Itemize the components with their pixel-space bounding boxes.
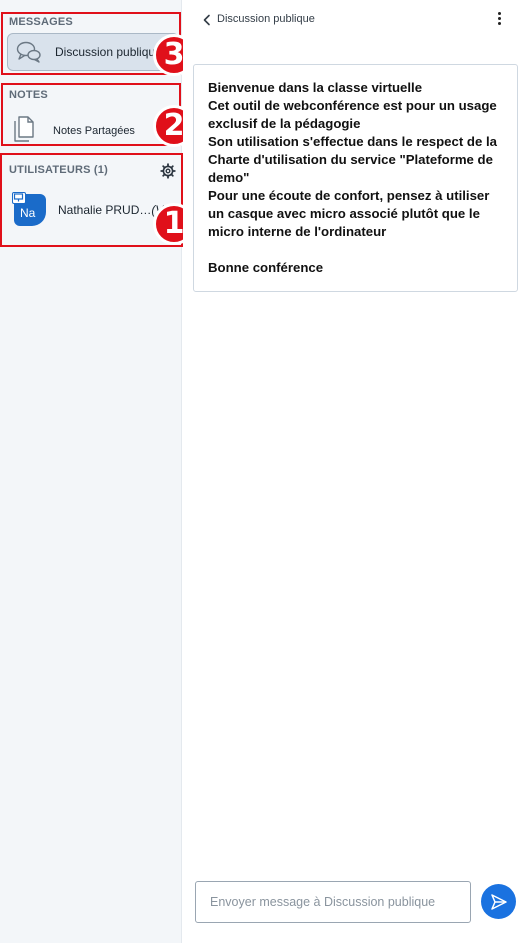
shared-notes-item[interactable]: Notes Partagées: [7, 113, 177, 145]
welcome-line: Bonne conférence: [208, 260, 324, 275]
notes-document-icon: [13, 116, 35, 142]
welcome-line: Pour une écoute de confort, pensez à uti…: [208, 188, 490, 239]
shared-notes-label: Notes Partagées: [53, 125, 135, 137]
chat-bubbles-icon: [16, 40, 42, 64]
welcome-line: Son utilisation s'effectue dans le respe…: [208, 134, 497, 185]
message-composer: [195, 881, 471, 923]
avatar-initials: Na: [20, 206, 36, 220]
messages-section: MESSAGES Discussion publique: [1, 12, 181, 75]
chat-panel: Discussion publique Bienvenue dans la cl…: [183, 0, 521, 943]
chat-title: Discussion publique: [217, 13, 315, 25]
sidebar: MESSAGES Discussion publique NOTES Notes…: [0, 0, 186, 943]
message-input[interactable]: [196, 882, 470, 922]
send-button[interactable]: [481, 884, 516, 919]
messages-section-title: MESSAGES: [9, 16, 73, 28]
gear-icon[interactable]: [160, 163, 176, 179]
app-window: MESSAGES Discussion publique NOTES Notes…: [0, 0, 521, 943]
back-chevron-icon[interactable]: [199, 12, 215, 28]
send-icon: [491, 894, 507, 910]
public-chat-label: Discussion publique: [55, 45, 162, 59]
presenter-icon: [12, 192, 26, 204]
chat-header: Discussion publique: [183, 0, 521, 40]
users-section-title: UTILISATEURS (1): [9, 164, 108, 176]
avatar: Na: [12, 192, 46, 226]
welcome-line: Bienvenue dans la classe virtuelle: [208, 80, 423, 95]
user-name-text: Nathalie PRUD…: [58, 203, 152, 217]
welcome-line: Cet outil de webconférence est pour un u…: [208, 98, 497, 131]
more-options-icon[interactable]: [493, 11, 505, 29]
welcome-message: Bienvenue dans la classe virtuelle Cet o…: [193, 64, 518, 292]
notes-section: NOTES Notes Partagées: [1, 83, 181, 146]
notes-section-title: NOTES: [9, 89, 48, 101]
